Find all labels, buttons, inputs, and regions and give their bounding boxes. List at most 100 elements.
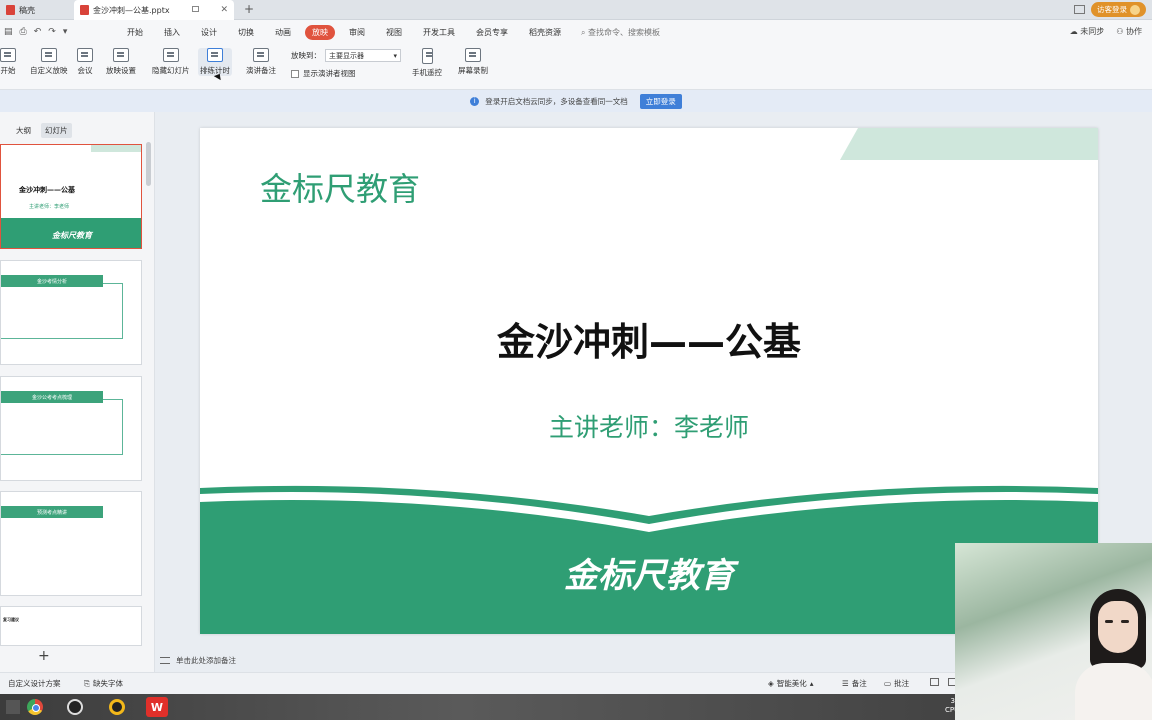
- missing-fonts-button[interactable]: ⎘ 缺失字体: [84, 678, 123, 689]
- timer-icon: [207, 48, 223, 62]
- menu-bar: ▤ ⎙ ↶ ↷ ▾ 开始 插入 设计 切换 动画 放映 审阅 视图 开发工具 会…: [0, 20, 1152, 44]
- thumb3-label: 金沙公考考点梳理: [1, 391, 103, 403]
- new-tab-button[interactable]: +: [244, 2, 254, 16]
- font-icon: ⎘: [84, 678, 90, 688]
- hide-slide-label: 隐藏幻灯片: [152, 66, 190, 75]
- sync-label: 未同步: [1080, 27, 1105, 36]
- slide-thumbnail-3[interactable]: 金沙公考考点梳理: [0, 376, 142, 481]
- recorder-taskbar-icon[interactable]: [106, 697, 128, 717]
- notes-toggle-icon: ☰: [842, 679, 849, 688]
- meeting-button[interactable]: 会议: [77, 48, 93, 76]
- menu-member[interactable]: 会员专享: [469, 25, 515, 40]
- design-scheme-label: 自定义设计方案: [8, 679, 61, 688]
- panel-tabs: 大纲 幻灯片: [12, 123, 72, 138]
- presenter-view-row[interactable]: 显示演讲者视图: [291, 68, 356, 79]
- menu-slideshow[interactable]: 放映: [305, 24, 335, 40]
- tab-stub[interactable]: 稿壳: [0, 0, 70, 20]
- command-search-text: 查找命令、搜索模板: [588, 27, 661, 37]
- redo-icon[interactable]: ↷: [48, 27, 56, 37]
- slide-thumbnail-5[interactable]: 复习建议: [0, 606, 142, 646]
- tab-document[interactable]: 金沙冲刺—公基.pptx ✕: [74, 0, 234, 20]
- menu-animation[interactable]: 动画: [268, 25, 298, 40]
- webcam-overlay: [955, 543, 1152, 720]
- slide-thumbnail-4[interactable]: 预测考点精讲: [0, 491, 142, 596]
- slide-corner-accent: [840, 128, 1098, 160]
- close-tab-icon[interactable]: ✕: [220, 5, 228, 15]
- title-bar: 稿壳 金沙冲刺—公基.pptx ✕ + 访客登录: [0, 0, 1152, 20]
- command-search[interactable]: ⌕ 查找命令、搜索模板: [581, 27, 660, 38]
- show-settings-button[interactable]: 放映设置: [106, 48, 136, 76]
- menu-transition[interactable]: 切换: [231, 25, 261, 40]
- start-show-button[interactable]: 开始: [0, 48, 16, 76]
- menu-developer[interactable]: 开发工具: [416, 25, 462, 40]
- presenter-view-checkbox[interactable]: [291, 69, 299, 78]
- tab-slides[interactable]: 幻灯片: [41, 123, 72, 138]
- thumb1-band: 金标尺教育: [1, 222, 141, 248]
- comment-icon: ▭: [884, 679, 892, 688]
- thumb-corner-accent: [91, 145, 141, 152]
- start-show-label: 开始: [0, 66, 16, 75]
- display-target-select[interactable]: 主要显示器 ▾: [325, 49, 401, 62]
- save-icon[interactable]: ▤: [4, 27, 13, 37]
- menu-resources[interactable]: 稻壳资源: [522, 25, 568, 40]
- notes-toggle-button[interactable]: ☰ 备注: [842, 678, 867, 689]
- menu-review[interactable]: 审阅: [342, 25, 372, 40]
- dropdown-icon[interactable]: ▾: [63, 27, 68, 37]
- tab-outline[interactable]: 大纲: [12, 123, 35, 138]
- meeting-label: 会议: [77, 66, 93, 75]
- window-layout-icon[interactable]: [1074, 5, 1085, 14]
- sync-status[interactable]: ☁ 未同步: [1070, 26, 1105, 37]
- custom-show-button[interactable]: 自定义放映: [30, 48, 68, 76]
- thumb1-title: 金沙冲刺——公基: [19, 186, 75, 194]
- show-settings-label: 放映设置: [106, 66, 136, 75]
- obs-taskbar-icon[interactable]: [64, 697, 86, 717]
- meeting-icon: [77, 48, 93, 62]
- missing-fonts-label: 缺失字体: [93, 679, 123, 688]
- start-menu-icon[interactable]: [2, 697, 24, 717]
- screen-record-button[interactable]: 屏幕录制: [458, 48, 488, 76]
- menu-design[interactable]: 设计: [194, 25, 224, 40]
- notes-bar[interactable]: 单击此处添加备注: [156, 648, 956, 672]
- pptx-file-icon: [80, 5, 89, 15]
- normal-view-icon: [930, 678, 939, 686]
- add-slide-button[interactable]: +: [38, 648, 50, 664]
- presenter-face: [1098, 601, 1138, 653]
- collaborate-button[interactable]: ⚇ 协作: [1116, 26, 1142, 37]
- view-normal-button[interactable]: [930, 678, 939, 686]
- menu-view[interactable]: 视图: [379, 25, 409, 40]
- beautify-label: 智能美化: [776, 679, 807, 688]
- slide-thumbnail-1[interactable]: 金沙冲刺——公基 主讲老师：李老师 金标尺教育: [0, 144, 142, 249]
- restore-icon[interactable]: [191, 5, 199, 15]
- thumb1-subtitle: 主讲老师：李老师: [29, 204, 70, 210]
- chrome-taskbar-icon[interactable]: [24, 697, 46, 717]
- hide-slide-icon: [162, 48, 179, 62]
- custom-show-label: 自定义放映: [30, 66, 68, 75]
- slide-thumbnail-2[interactable]: 金沙考情分析: [0, 260, 142, 365]
- slide-brand-logo-text: 金标尺教育: [260, 170, 421, 208]
- chevron-up-icon: ▴: [809, 679, 814, 688]
- wps-taskbar-icon[interactable]: W: [146, 697, 168, 717]
- hide-slide-button[interactable]: 隐藏幻灯片: [152, 48, 190, 76]
- tab-document-label: 金沙冲刺—公基.pptx: [93, 5, 170, 15]
- record-icon: [465, 48, 481, 62]
- slide-subtitle[interactable]: 主讲老师：李老师: [200, 408, 1098, 444]
- phone-remote-label: 手机遥控: [412, 68, 442, 77]
- panel-scrollbar[interactable]: [146, 142, 151, 186]
- presenter-view-label: 显示演讲者视图: [303, 69, 356, 78]
- login-button[interactable]: 访客登录: [1091, 2, 1146, 17]
- presenter-eye-left: [1105, 620, 1113, 623]
- login-now-button[interactable]: 立即登录: [639, 93, 682, 109]
- login-info-bar: i 登录开启文档云同步，多设备查看同一文档 立即登录: [0, 90, 1152, 112]
- undo-icon[interactable]: ↶: [34, 27, 42, 37]
- speaker-notes-button[interactable]: 演讲备注: [246, 48, 276, 76]
- phone-remote-button[interactable]: 手机遥控: [412, 48, 442, 78]
- beautify-button[interactable]: ◈ 智能美化 ▴: [768, 678, 814, 689]
- print-icon[interactable]: ⎙: [20, 27, 27, 37]
- comments-button[interactable]: ▭ 批注: [884, 678, 909, 689]
- menu-insert[interactable]: 插入: [157, 25, 187, 40]
- design-scheme-button[interactable]: 自定义设计方案: [8, 678, 61, 689]
- phone-icon: [421, 48, 433, 64]
- slide-title[interactable]: 金沙冲刺——公基: [200, 311, 1098, 366]
- menu-home[interactable]: 开始: [120, 25, 150, 40]
- quick-access-toolbar: ▤ ⎙ ↶ ↷ ▾: [0, 27, 120, 37]
